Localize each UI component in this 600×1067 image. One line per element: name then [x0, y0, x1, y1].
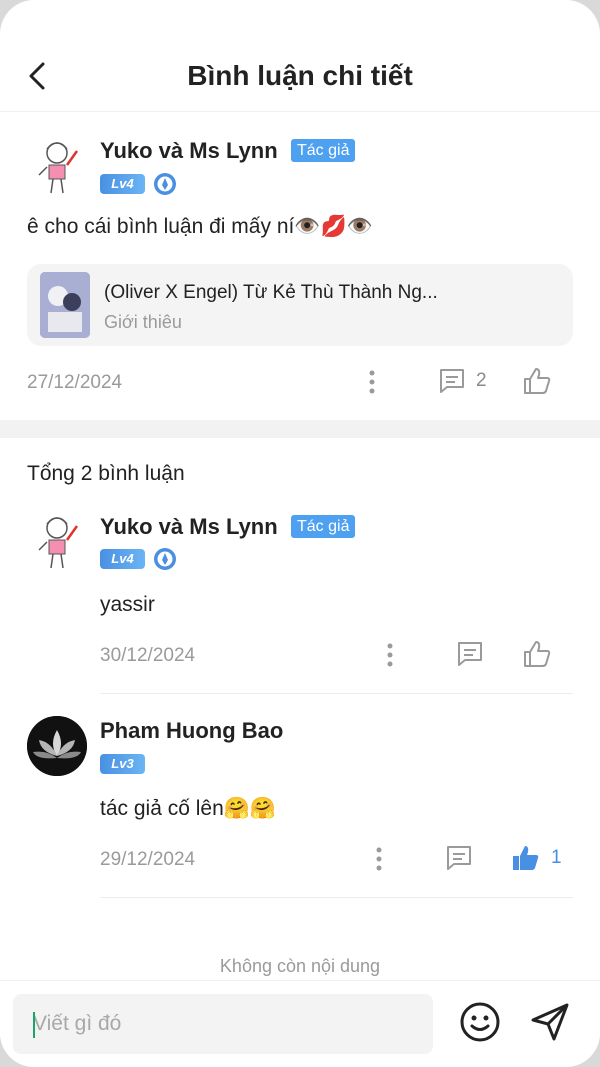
section-separator	[0, 420, 600, 438]
story-cover-image	[40, 272, 90, 338]
divider	[100, 897, 573, 898]
reply-count: 2	[476, 370, 487, 391]
divider	[100, 693, 573, 694]
comment-composer	[0, 980, 600, 1067]
author-name[interactable]: Yuko và Ms Lynn	[100, 514, 278, 540]
header: Bình luận chi tiết	[0, 0, 600, 112]
medal-icon	[154, 173, 176, 195]
avatar[interactable]	[27, 716, 87, 776]
level-badge: Lv4	[100, 174, 145, 194]
story-subtitle: Giới thiêu	[104, 312, 182, 332]
comment-date: 30/12/2024	[100, 645, 196, 666]
avatar[interactable]	[27, 135, 87, 195]
author-tag: Tác giả	[291, 515, 356, 538]
reply-button[interactable]	[456, 640, 484, 668]
more-vertical-icon	[369, 370, 375, 394]
like-button[interactable]	[522, 366, 552, 396]
author-tag: Tác giả	[291, 139, 356, 162]
like-count: 1	[551, 847, 562, 868]
emoji-icon[interactable]	[459, 1001, 501, 1043]
end-of-content-text: Không còn nội dung	[219, 956, 381, 976]
lotus-avatar-icon	[27, 716, 87, 776]
reply-button[interactable]	[445, 844, 473, 872]
comment-icon	[458, 642, 482, 666]
comment-icon	[447, 846, 471, 870]
comment-text: tác giả cố lên🤗🤗	[100, 797, 277, 820]
reply-button[interactable]: 2	[438, 367, 487, 395]
comment-text: ê cho cái bình luận đi mấy ní👁️💋👁️	[27, 215, 373, 238]
thumbs-up-icon	[524, 368, 551, 394]
story-card[interactable]: (Oliver X Engel) Từ Kẻ Thù Thành Ng... G…	[27, 264, 573, 346]
more-vertical-icon	[376, 847, 382, 871]
story-cover	[40, 272, 90, 338]
anime-avatar-icon	[38, 517, 79, 569]
page-title: Bình luận chi tiết	[187, 60, 413, 91]
comment-input[interactable]	[13, 994, 433, 1054]
more-options-button[interactable]	[369, 846, 389, 872]
comment-icon	[440, 369, 464, 393]
more-options-button[interactable]	[362, 369, 382, 395]
comment-text: yassir	[100, 593, 155, 616]
author-name[interactable]: Pham Huong Bao	[100, 718, 283, 744]
thumbs-up-icon	[524, 641, 551, 667]
like-button[interactable]: 1	[511, 843, 562, 873]
anime-avatar-icon	[38, 142, 79, 194]
comment-detail-screen: Bình luận chi tiết Yuko và Ms Lynn Tác g…	[0, 0, 600, 1067]
level-badge: Lv4	[100, 549, 145, 569]
text-caret	[33, 1012, 35, 1038]
like-button[interactable]	[522, 639, 552, 669]
thumbs-up-filled-icon	[513, 846, 539, 870]
total-comments: Tổng 2 bình luận	[27, 462, 185, 485]
level-badge: Lv3	[100, 754, 145, 774]
story-title: (Oliver X Engel) Từ Kẻ Thù Thành Ng...	[104, 282, 438, 303]
medal-icon	[154, 548, 176, 570]
comment-date: 29/12/2024	[100, 849, 196, 870]
more-options-button[interactable]	[380, 642, 400, 668]
send-icon[interactable]	[528, 1000, 572, 1044]
comment-date: 27/12/2024	[27, 372, 123, 393]
author-name[interactable]: Yuko và Ms Lynn	[100, 138, 278, 164]
more-vertical-icon	[387, 643, 393, 667]
avatar[interactable]	[27, 510, 87, 570]
